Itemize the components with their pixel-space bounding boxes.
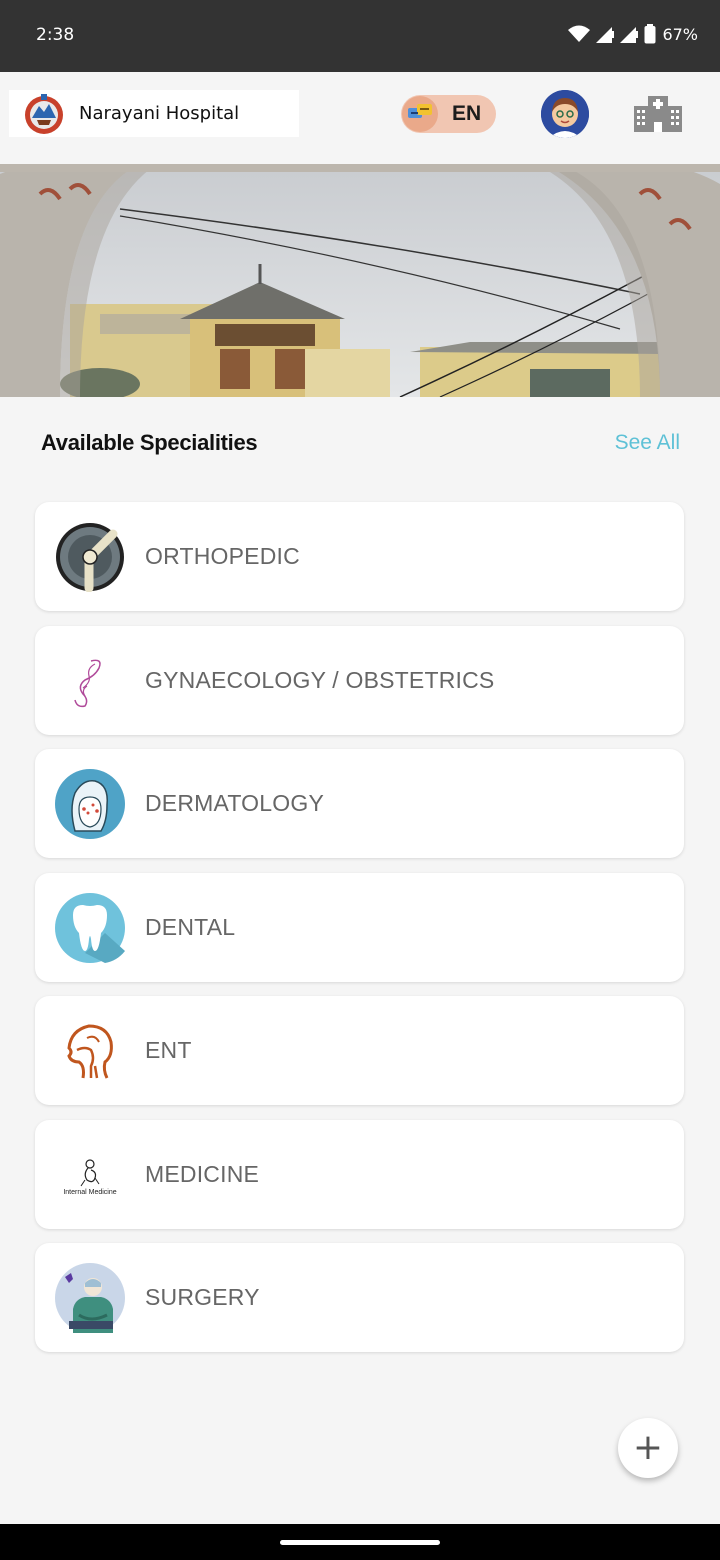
add-button[interactable]: + — [618, 1418, 678, 1478]
speciality-label: DENTAL — [145, 913, 236, 940]
bone-joint-icon — [56, 523, 124, 592]
language-chat-icon — [402, 96, 438, 132]
signal-icon — [620, 27, 639, 43]
battery-percent: 67% — [662, 24, 698, 44]
status-icons: 67% — [568, 24, 698, 44]
battery-icon — [644, 24, 656, 44]
system-nav-bar — [0, 1524, 720, 1560]
speciality-card-medicine[interactable]: Internal Medicine MEDICINE — [35, 1119, 684, 1229]
hospital-banner-image — [0, 164, 720, 397]
brand-block[interactable]: Narayani Hospital — [9, 90, 299, 137]
hospital-logo-icon — [25, 93, 63, 134]
surgeon-icon — [55, 1263, 125, 1333]
speciality-label: ORTHOPEDIC — [145, 543, 300, 569]
internal-medicine-icon: Internal Medicine — [63, 1158, 117, 1196]
speciality-label: DERMATOLOGY — [145, 790, 324, 816]
speciality-card-dermatology[interactable]: DERMATOLOGY — [35, 749, 684, 858]
see-all-link[interactable]: See All — [615, 431, 680, 455]
hospital-name: Narayani Hospital — [79, 103, 240, 124]
speciality-card-surgery[interactable]: SURGERY — [35, 1243, 684, 1352]
head-throat-icon — [67, 1024, 113, 1079]
language-label: EN — [452, 102, 482, 125]
speciality-label: GYNAECOLOGY / OBSTETRICS — [145, 666, 495, 693]
status-time: 2:38 — [36, 25, 75, 45]
internal-medicine-caption: Internal Medicine — [63, 1189, 116, 1196]
tooth-icon — [55, 892, 125, 963]
speciality-card-orthopedic[interactable]: ORTHOPEDIC — [35, 502, 684, 611]
language-toggle[interactable]: EN — [401, 95, 496, 133]
specialities-list: ORTHOPEDIC GYNAECOLOGY / OBSTETRICS DERM… — [35, 502, 684, 1367]
face-skin-icon — [55, 769, 125, 839]
speciality-card-gynaecology[interactable]: GYNAECOLOGY / OBSTETRICS — [35, 625, 684, 735]
signal-icon — [596, 27, 615, 43]
home-gesture-handle[interactable] — [280, 1540, 440, 1545]
speciality-label: SURGERY — [145, 1284, 260, 1310]
speciality-label: MEDICINE — [145, 1160, 260, 1187]
speciality-card-ent[interactable]: ENT — [35, 996, 684, 1105]
doctor-avatar-icon[interactable] — [541, 90, 589, 138]
wifi-icon — [568, 25, 591, 42]
speciality-card-dental[interactable]: DENTAL — [35, 872, 684, 982]
hospital-building-icon[interactable] — [633, 96, 683, 132]
section-title: Available Specialities — [41, 430, 258, 455]
speciality-label: ENT — [145, 1037, 192, 1063]
app-header: Narayani Hospital EN — [0, 72, 720, 164]
status-bar: 2:38 67% — [0, 0, 720, 72]
uterus-icon — [74, 659, 101, 707]
